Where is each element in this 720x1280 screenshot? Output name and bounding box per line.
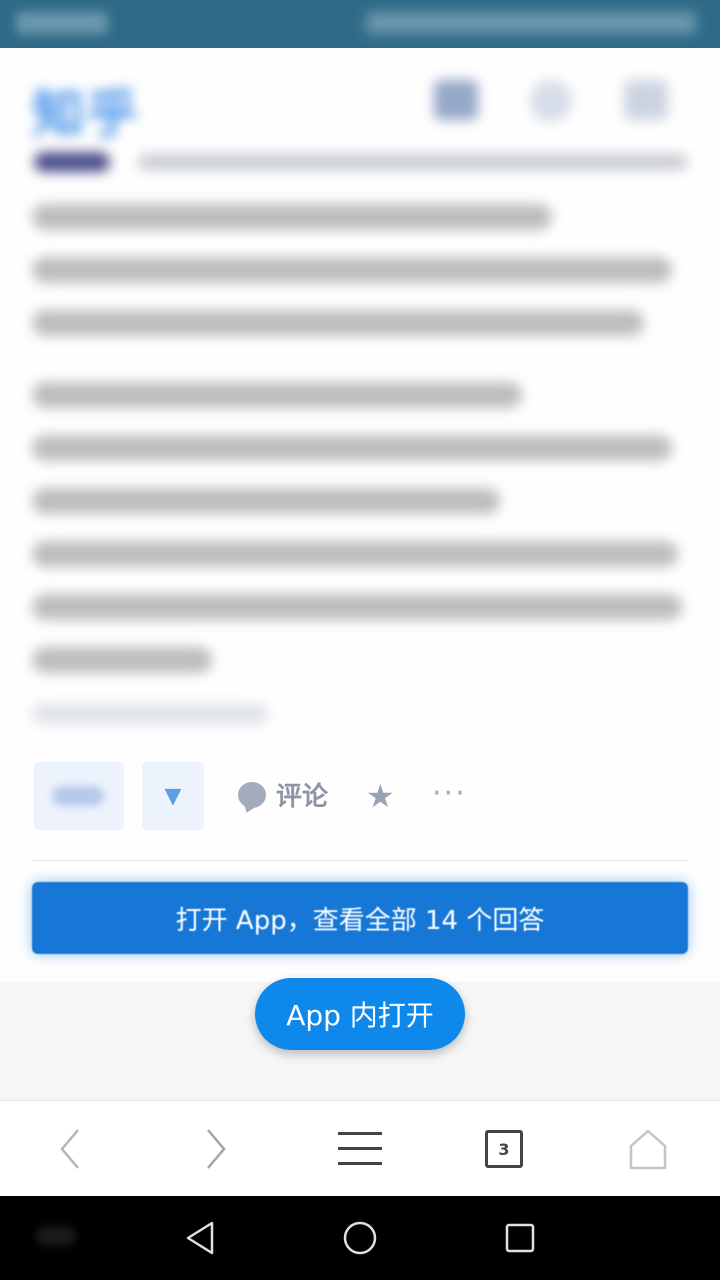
back-button[interactable] — [40, 1101, 100, 1197]
open-all-answers-button[interactable]: 打开 App，查看全部 14 个回答 — [32, 882, 688, 954]
hamburger-icon — [338, 1132, 382, 1165]
home-button[interactable] — [618, 1101, 678, 1197]
forward-button[interactable] — [186, 1101, 246, 1197]
site-header: 知乎 — [0, 48, 720, 148]
triangle-down-icon: ▼ — [164, 783, 182, 809]
square-recents-icon — [505, 1223, 535, 1253]
nav-home-button[interactable] — [320, 1196, 400, 1280]
status-icons — [366, 12, 696, 34]
comment-label: 评论 — [276, 782, 329, 812]
chevron-right-icon — [207, 1129, 226, 1169]
star-icon[interactable]: ★ — [366, 776, 395, 816]
web-page: 知乎 ▼ 评论 ★ ··· 打开 App，查看全部 14 个回答 — [0, 48, 720, 1100]
chevron-left-icon — [60, 1129, 79, 1169]
author-avatar[interactable] — [34, 152, 110, 172]
tabs-button[interactable]: 3 — [474, 1101, 534, 1197]
edit-date — [32, 704, 268, 724]
downvote-button[interactable]: ▼ — [142, 762, 204, 830]
triangle-back-icon — [186, 1221, 214, 1255]
circle-home-icon — [343, 1221, 377, 1255]
nav-recents-button[interactable] — [480, 1196, 560, 1280]
site-logo[interactable]: 知乎 — [32, 72, 140, 147]
comment-bubble-icon — [238, 781, 266, 808]
question-title-snippet[interactable] — [138, 154, 688, 170]
answer-paragraph-1 — [32, 190, 682, 349]
answer-actions: ▼ 评论 ★ ··· — [0, 758, 720, 838]
home-icon — [629, 1129, 667, 1170]
open-in-app-button[interactable]: App 内打开 — [255, 978, 465, 1050]
carrier-info — [16, 12, 108, 34]
upvote-count — [52, 786, 104, 806]
menu-icon[interactable] — [624, 80, 668, 120]
browser-menu-button[interactable] — [330, 1101, 390, 1197]
tab-count: 3 — [485, 1130, 523, 1168]
divider — [32, 860, 688, 861]
answer-paragraph-2 — [32, 368, 682, 686]
browser-toolbar: 3 — [0, 1100, 720, 1196]
system-nav-bar — [0, 1196, 720, 1280]
upvote-button[interactable] — [34, 762, 124, 830]
comment-button[interactable]: 评论 — [238, 776, 328, 813]
write-icon[interactable] — [434, 80, 478, 120]
more-icon[interactable]: ··· — [432, 776, 467, 812]
question-meta — [34, 144, 694, 178]
nav-back-button[interactable] — [160, 1196, 240, 1280]
status-bar — [0, 0, 720, 48]
search-icon[interactable] — [530, 80, 572, 122]
nav-extra-icon — [36, 1226, 76, 1246]
